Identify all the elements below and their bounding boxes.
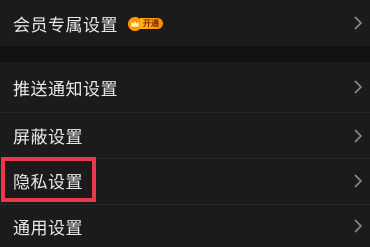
section-gap	[0, 46, 370, 62]
block-settings-row[interactable]: 屏蔽设置	[0, 113, 370, 158]
vip-badge-text: 开通	[140, 18, 163, 29]
general-settings-row[interactable]: 通用设置	[0, 205, 370, 247]
chevron-right-icon	[354, 80, 363, 94]
chevron-right-icon	[354, 16, 363, 30]
push-notification-settings-label: 推送通知设置	[13, 79, 118, 100]
vip-badge[interactable]: 开通	[128, 16, 163, 31]
settings-screen: 会员专属设置 开通 推送通知设置 屏蔽设置 隐私设置 通用设置	[0, 0, 370, 247]
chevron-right-icon	[354, 128, 363, 143]
chevron-right-icon	[354, 219, 363, 233]
vip-settings-label: 会员专属设置	[13, 15, 118, 36]
chevron-right-icon	[354, 173, 363, 188]
block-settings-label: 屏蔽设置	[13, 128, 83, 148]
push-notification-settings-row[interactable]: 推送通知设置	[0, 62, 370, 112]
highlight-box	[1, 157, 96, 202]
general-settings-label: 通用设置	[13, 218, 83, 239]
vip-settings-row[interactable]: 会员专属设置 开通	[0, 0, 370, 46]
